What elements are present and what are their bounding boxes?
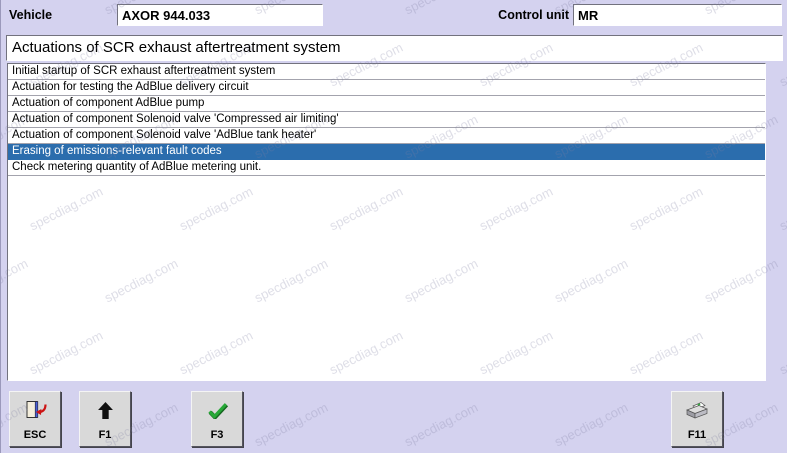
list-item[interactable]: Initial startup of SCR exhaust aftertrea… <box>8 64 765 80</box>
watermark-text: specdiag.com <box>402 400 480 450</box>
f1-button-label: F1 <box>80 429 130 441</box>
list-item[interactable]: Check metering quantity of AdBlue meteri… <box>8 160 765 176</box>
list-item[interactable]: Actuation of component Solenoid valve 'C… <box>8 112 765 128</box>
control-unit-label: Control unit <box>421 4 569 27</box>
vehicle-label: Vehicle <box>9 4 52 27</box>
esc-button-label: ESC <box>10 429 60 441</box>
exit-door-icon <box>23 399 47 421</box>
list-item[interactable]: Actuation for testing the AdBlue deliver… <box>8 80 765 96</box>
f11-button-label: F11 <box>672 429 722 441</box>
control-unit-field[interactable] <box>573 4 782 26</box>
f1-button[interactable]: F1 <box>79 391 131 447</box>
watermark-text: specdiag.com <box>552 400 630 450</box>
watermark-text: specdiag.com <box>777 328 787 378</box>
printer-icon <box>684 399 710 421</box>
actuation-menu-list: Initial startup of SCR exhaust aftertrea… <box>7 63 766 381</box>
checkmark-icon <box>207 399 228 421</box>
list-item[interactable]: Actuation of component AdBlue pump <box>8 96 765 112</box>
f3-button[interactable]: F3 <box>191 391 243 447</box>
watermark-text: specdiag.com <box>252 400 330 450</box>
diagnostic-window: Vehicle Control unit Actuations of SCR e… <box>0 0 787 453</box>
list-item[interactable]: Actuation of component Solenoid valve 'A… <box>8 128 765 144</box>
arrow-up-icon <box>98 399 113 421</box>
f3-button-label: F3 <box>192 429 242 441</box>
watermark-text: specdiag.com <box>777 184 787 234</box>
esc-button[interactable]: ESC <box>9 391 61 447</box>
page-title: Actuations of SCR exhaust aftertreatment… <box>6 35 783 61</box>
f11-button[interactable]: F11 <box>671 391 723 447</box>
list-item[interactable]: Erasing of emissions-relevant fault code… <box>8 144 765 160</box>
vehicle-field[interactable] <box>117 4 323 26</box>
